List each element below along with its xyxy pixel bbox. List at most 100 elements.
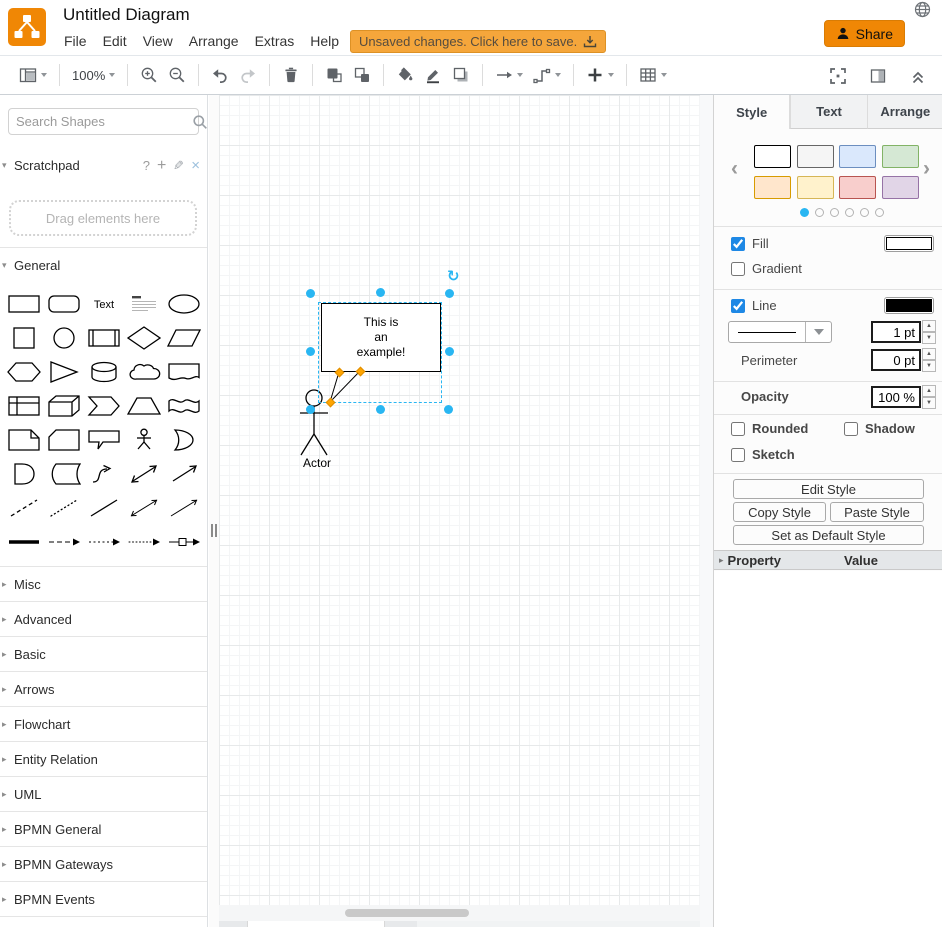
shape-directional-connector[interactable] — [164, 491, 204, 525]
property-table-header[interactable]: ▸ Property Value — [714, 550, 942, 570]
style-swatch-none[interactable] — [754, 145, 791, 168]
rotate-handle-icon[interactable]: ↻ — [447, 267, 460, 285]
search-icon[interactable] — [192, 114, 208, 130]
menu-help[interactable]: Help — [310, 33, 339, 49]
dropdown-arrow-icon[interactable] — [805, 322, 831, 342]
set-default-style-button[interactable]: Set as Default Style — [733, 525, 924, 545]
shape-or[interactable] — [164, 423, 204, 457]
horizontal-scrollbar[interactable] — [219, 905, 700, 921]
menu-file[interactable]: File — [64, 33, 87, 49]
shape-document[interactable] — [164, 355, 204, 389]
language-globe-icon[interactable] — [914, 1, 931, 18]
shape-rectangle[interactable] — [4, 287, 44, 321]
fill-checkbox[interactable] — [731, 237, 745, 251]
gradient-checkbox[interactable] — [731, 262, 745, 276]
style-swatch-red[interactable] — [839, 176, 876, 199]
sidebar-section-entity-relation[interactable]: ▸Entity Relation — [0, 741, 208, 776]
sidebar-section-misc[interactable]: ▸Misc — [0, 566, 208, 601]
swatch-page-dot[interactable] — [815, 208, 824, 217]
rounded-checkbox[interactable] — [731, 422, 745, 436]
delete-button[interactable] — [282, 66, 300, 84]
style-swatch-yellow[interactable] — [797, 176, 834, 199]
scratchpad-close-icon[interactable]: × — [191, 157, 200, 174]
shape-rounded-rectangle[interactable] — [44, 287, 84, 321]
to-front-button[interactable] — [325, 66, 343, 84]
to-back-button[interactable] — [353, 66, 371, 84]
sidebar-section-arrows[interactable]: ▸Arrows — [0, 671, 208, 706]
shape-actor[interactable] — [124, 423, 164, 457]
line-color-button[interactable] — [884, 297, 934, 314]
collapse-button[interactable] — [909, 67, 927, 85]
scratchpad-add-icon[interactable]: + — [157, 157, 166, 175]
edit-style-button[interactable]: Edit Style — [733, 479, 924, 499]
menu-view[interactable]: View — [143, 33, 173, 49]
view-panels-button[interactable] — [19, 66, 47, 84]
swatch-prev-icon[interactable]: ‹ — [731, 157, 738, 181]
line-width-spinner[interactable]: ▲ ▼ — [922, 320, 936, 344]
shape-and[interactable] — [4, 457, 44, 491]
waypoints-button[interactable] — [533, 66, 561, 84]
tab-text[interactable]: Text — [790, 95, 866, 129]
fullscreen-button[interactable] — [829, 67, 847, 85]
diagram-canvas[interactable]: Actor This is an example! ↻ — [219, 95, 713, 927]
swatch-page-dot[interactable] — [860, 208, 869, 217]
scratchpad-header[interactable]: ▾ Scratchpad ? + ✎ × — [0, 148, 208, 183]
opacity-spinner[interactable]: ▲ ▼ — [922, 385, 936, 409]
shape-bidirectional-arrow[interactable] — [124, 457, 164, 491]
style-swatch-blue[interactable] — [839, 145, 876, 168]
swatch-page-dot[interactable] — [875, 208, 884, 217]
selection-handle[interactable] — [445, 347, 454, 356]
shadow-button[interactable] — [452, 66, 470, 84]
shape-internal-storage[interactable] — [4, 389, 44, 423]
insert-button[interactable] — [586, 66, 614, 84]
menu-extras[interactable]: Extras — [255, 33, 295, 49]
sidebar-section-bpmn-events[interactable]: ▸BPMN Events — [0, 881, 208, 916]
zoom-in-button[interactable] — [140, 66, 158, 84]
shape-arrow[interactable] — [164, 457, 204, 491]
line-width-input[interactable] — [871, 321, 921, 343]
shape-parallelogram[interactable] — [164, 321, 204, 355]
shape-bidirectional-connector[interactable] — [124, 491, 164, 525]
shape-note[interactable] — [4, 423, 44, 457]
shape-step[interactable] — [84, 389, 124, 423]
paste-style-button[interactable]: Paste Style — [830, 502, 924, 522]
style-swatch-green[interactable] — [882, 145, 919, 168]
spinner-down-icon[interactable]: ▼ — [922, 397, 936, 409]
fill-color-button[interactable] — [396, 66, 414, 84]
copy-style-button[interactable]: Copy Style — [733, 502, 826, 522]
spinner-up-icon[interactable]: ▲ — [922, 348, 936, 360]
shape-line[interactable] — [84, 491, 124, 525]
selection-handle[interactable] — [376, 405, 385, 414]
general-section-header[interactable]: ▾ General — [0, 247, 208, 282]
shape-dashed-line[interactable] — [4, 491, 44, 525]
shape-square[interactable] — [4, 321, 44, 355]
sidebar-section-flowchart[interactable]: ▸Flowchart — [0, 706, 208, 741]
selection-handle[interactable] — [444, 405, 453, 414]
redo-button[interactable] — [239, 66, 257, 84]
scratchpad-drop-zone[interactable]: Drag elements here — [9, 200, 197, 236]
perimeter-input[interactable] — [871, 349, 921, 371]
tab-arrange[interactable]: Arrange — [867, 95, 942, 129]
tab-style[interactable]: Style — [714, 95, 790, 129]
scratchpad-edit-icon[interactable]: ✎ — [173, 158, 184, 174]
swatch-page-dot[interactable] — [800, 208, 809, 217]
expand-arrow-icon[interactable]: ▸ — [719, 555, 724, 566]
shape-text[interactable]: Text — [84, 287, 124, 321]
shape-textbox[interactable] — [124, 287, 164, 321]
unsaved-changes-button[interactable]: Unsaved changes. Click here to save. — [350, 30, 606, 53]
shape-cloud[interactable] — [124, 355, 164, 389]
selection-handle[interactable] — [306, 289, 315, 298]
shape-ellipse[interactable] — [164, 287, 204, 321]
shape-tape[interactable] — [164, 389, 204, 423]
swatch-next-icon[interactable]: › — [923, 157, 930, 181]
shape-dotted-line[interactable] — [44, 491, 84, 525]
sidebar-splitter[interactable] — [209, 95, 219, 927]
shape-callout[interactable] — [84, 423, 124, 457]
selection-handle[interactable] — [306, 347, 315, 356]
selection-handle[interactable] — [376, 288, 385, 297]
scrollbar-thumb[interactable] — [345, 909, 469, 917]
shape-curve[interactable] — [84, 457, 124, 491]
menu-edit[interactable]: Edit — [103, 33, 127, 49]
line-color-button[interactable] — [424, 66, 442, 84]
shape-labeled-edge[interactable] — [164, 525, 204, 559]
